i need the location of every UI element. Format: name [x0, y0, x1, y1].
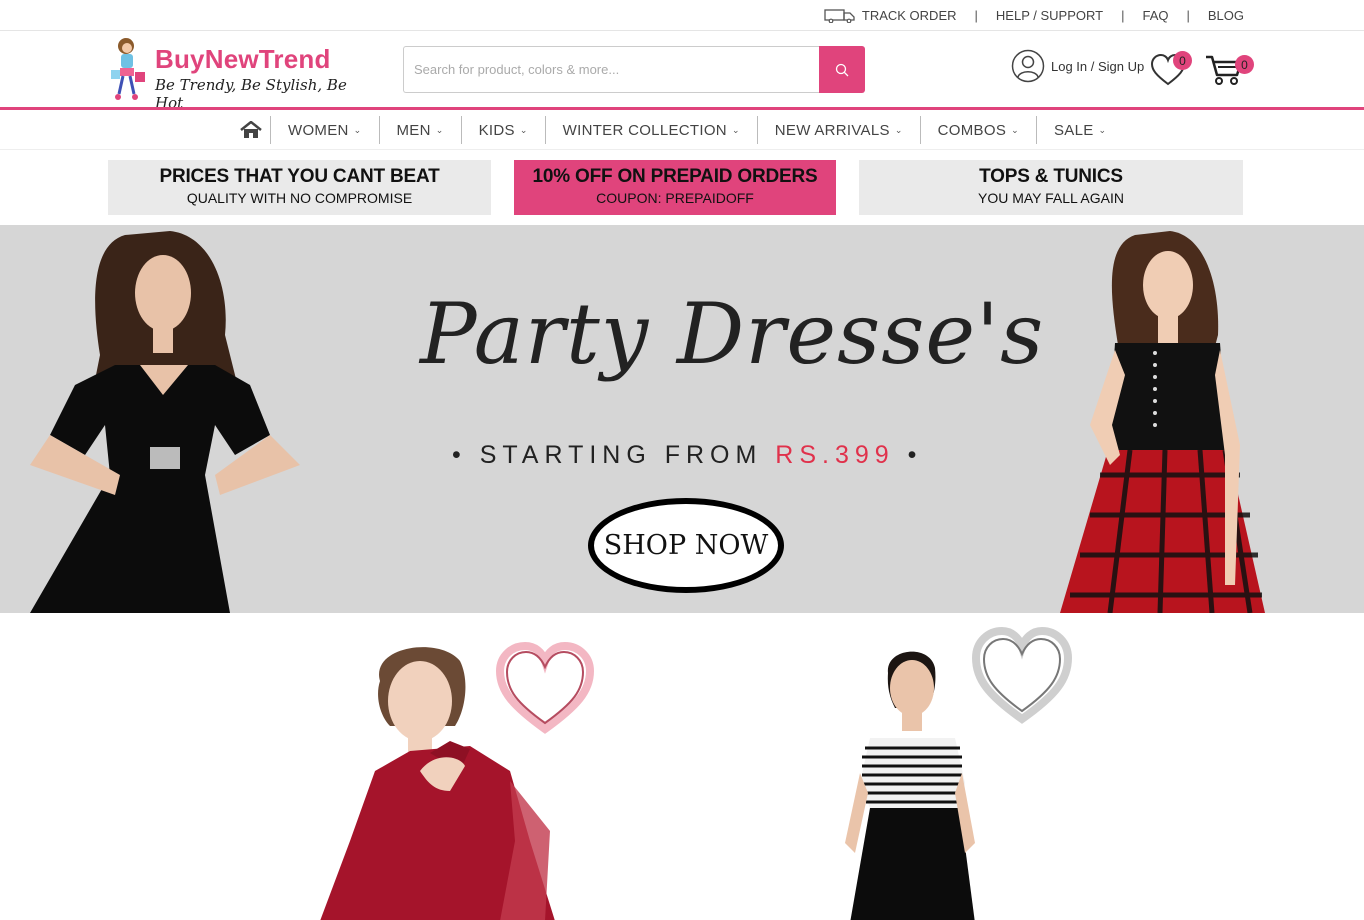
wishlist-button[interactable]: 0	[1150, 51, 1192, 87]
promo-subtext: QUALITY WITH NO COMPROMISE	[186, 190, 413, 206]
nav-women[interactable]: WOMEN ⌄	[270, 116, 379, 144]
separator: |	[1121, 7, 1125, 23]
nav-women-label: WOMEN	[288, 121, 349, 139]
blog-link[interactable]: BLOG	[1208, 8, 1244, 23]
nav-combos[interactable]: COMBOS ⌄	[919, 116, 1036, 144]
promo-subtext: YOU MAY FALL AGAIN	[977, 190, 1124, 206]
nav-kids-label: KIDS	[478, 121, 515, 139]
promo-prepaid[interactable]: 10% OFF ON PREPAID ORDERS COUPON: PREPAI…	[514, 160, 836, 215]
site-header: BuyNewTrend Be Trendy, Be Stylish, Be Ho…	[0, 31, 1364, 112]
chevron-down-icon: ⌄	[1011, 124, 1019, 135]
track-order-link[interactable]: TRACK ORDER	[824, 7, 957, 23]
nav-men[interactable]: MEN ⌄	[378, 116, 461, 144]
login-label: Log In / Sign Up	[1051, 58, 1145, 74]
utility-links: TRACK ORDER | HELP / SUPPORT | FAQ | BLO…	[824, 7, 1244, 23]
hero-price: RS.399	[775, 441, 895, 469]
hero-subtitle: • STARTING FROM RS.399 •	[452, 441, 923, 469]
heart-decoration-silver	[972, 627, 1072, 724]
chevron-down-icon: ⌄	[731, 124, 740, 135]
nav-sale-label: SALE	[1053, 121, 1094, 139]
nav-home[interactable]	[236, 116, 270, 144]
separator: |	[1186, 7, 1190, 23]
top-utility-bar: TRACK ORDER | HELP / SUPPORT | FAQ | BLO…	[0, 0, 1364, 31]
model-black-dress-image	[30, 231, 300, 613]
featured-products	[0, 613, 1364, 920]
wishlist-count-badge: 0	[1173, 51, 1192, 70]
home-icon	[240, 121, 262, 138]
cart-count-badge: 0	[1235, 55, 1254, 74]
chevron-down-icon: ⌄	[1098, 124, 1107, 135]
main-nav: WOMEN ⌄ MEN ⌄ KIDS ⌄ WINTER COLLECTION ⌄ NEW…	[0, 110, 1364, 150]
truck-icon	[824, 9, 855, 23]
login-signup[interactable]: Log In / Sign Up	[1011, 49, 1144, 83]
logo-girl-illustration	[111, 38, 145, 100]
nav-new-arrivals-label: NEW ARRIVALS	[774, 121, 890, 139]
nav-winter-collection[interactable]: WINTER COLLECTION ⌄	[544, 116, 757, 144]
hero-sub-prefix: STARTING FROM	[479, 441, 763, 469]
search-button[interactable]	[819, 46, 865, 93]
promo-heading: TOPS & TUNICS	[979, 166, 1123, 187]
nav-winter-label: WINTER COLLECTION	[562, 121, 727, 139]
promo-heading: 10% OFF ON PREPAID ORDERS	[532, 166, 818, 187]
model-striped-dress-image	[845, 651, 975, 920]
heart-decoration-pink	[495, 641, 595, 734]
brand-logo[interactable]: BuyNewTrend Be Trendy, Be Stylish, Be Ho…	[108, 36, 378, 112]
chevron-down-icon: ⌄	[894, 124, 903, 135]
chevron-down-icon: ⌄	[435, 124, 444, 135]
chevron-down-icon: ⌄	[519, 124, 528, 135]
nav-sale[interactable]: SALE ⌄	[1035, 116, 1123, 144]
separator: |	[974, 7, 978, 23]
nav-combos-label: COMBOS	[937, 121, 1007, 139]
model-plaid-dress-image	[1060, 231, 1265, 613]
promo-heading: PRICES THAT YOU CANT BEAT	[159, 166, 440, 187]
shop-now-button[interactable]: SHOP NOW	[588, 498, 784, 593]
promo-subtext: COUPON: PREPAIDOFF	[596, 190, 754, 206]
hero-banner[interactable]: Party Dresse's • STARTING FROM RS.399 • …	[0, 225, 1364, 613]
brand-name: BuyNewTrend	[155, 44, 331, 74]
hero-title: Party Dresse's	[420, 285, 1045, 383]
promo-tops-tunics[interactable]: TOPS & TUNICS YOU MAY FALL AGAIN	[859, 160, 1243, 215]
chevron-down-icon: ⌄	[353, 124, 362, 135]
search-bar	[403, 46, 865, 93]
track-order-label: TRACK ORDER	[861, 7, 957, 23]
search-icon	[835, 63, 849, 76]
promo-prices[interactable]: PRICES THAT YOU CANT BEAT QUALITY WITH N…	[108, 160, 491, 215]
user-icon	[1011, 49, 1045, 83]
cart-button[interactable]: 0	[1205, 51, 1255, 87]
nav-new-arrivals[interactable]: NEW ARRIVALS ⌄	[756, 116, 920, 144]
nav-men-label: MEN	[396, 121, 431, 139]
nav-kids[interactable]: KIDS ⌄	[460, 116, 545, 144]
help-support-link[interactable]: HELP / SUPPORT	[996, 8, 1103, 23]
search-input[interactable]	[403, 46, 819, 93]
faq-link[interactable]: FAQ	[1142, 8, 1168, 23]
